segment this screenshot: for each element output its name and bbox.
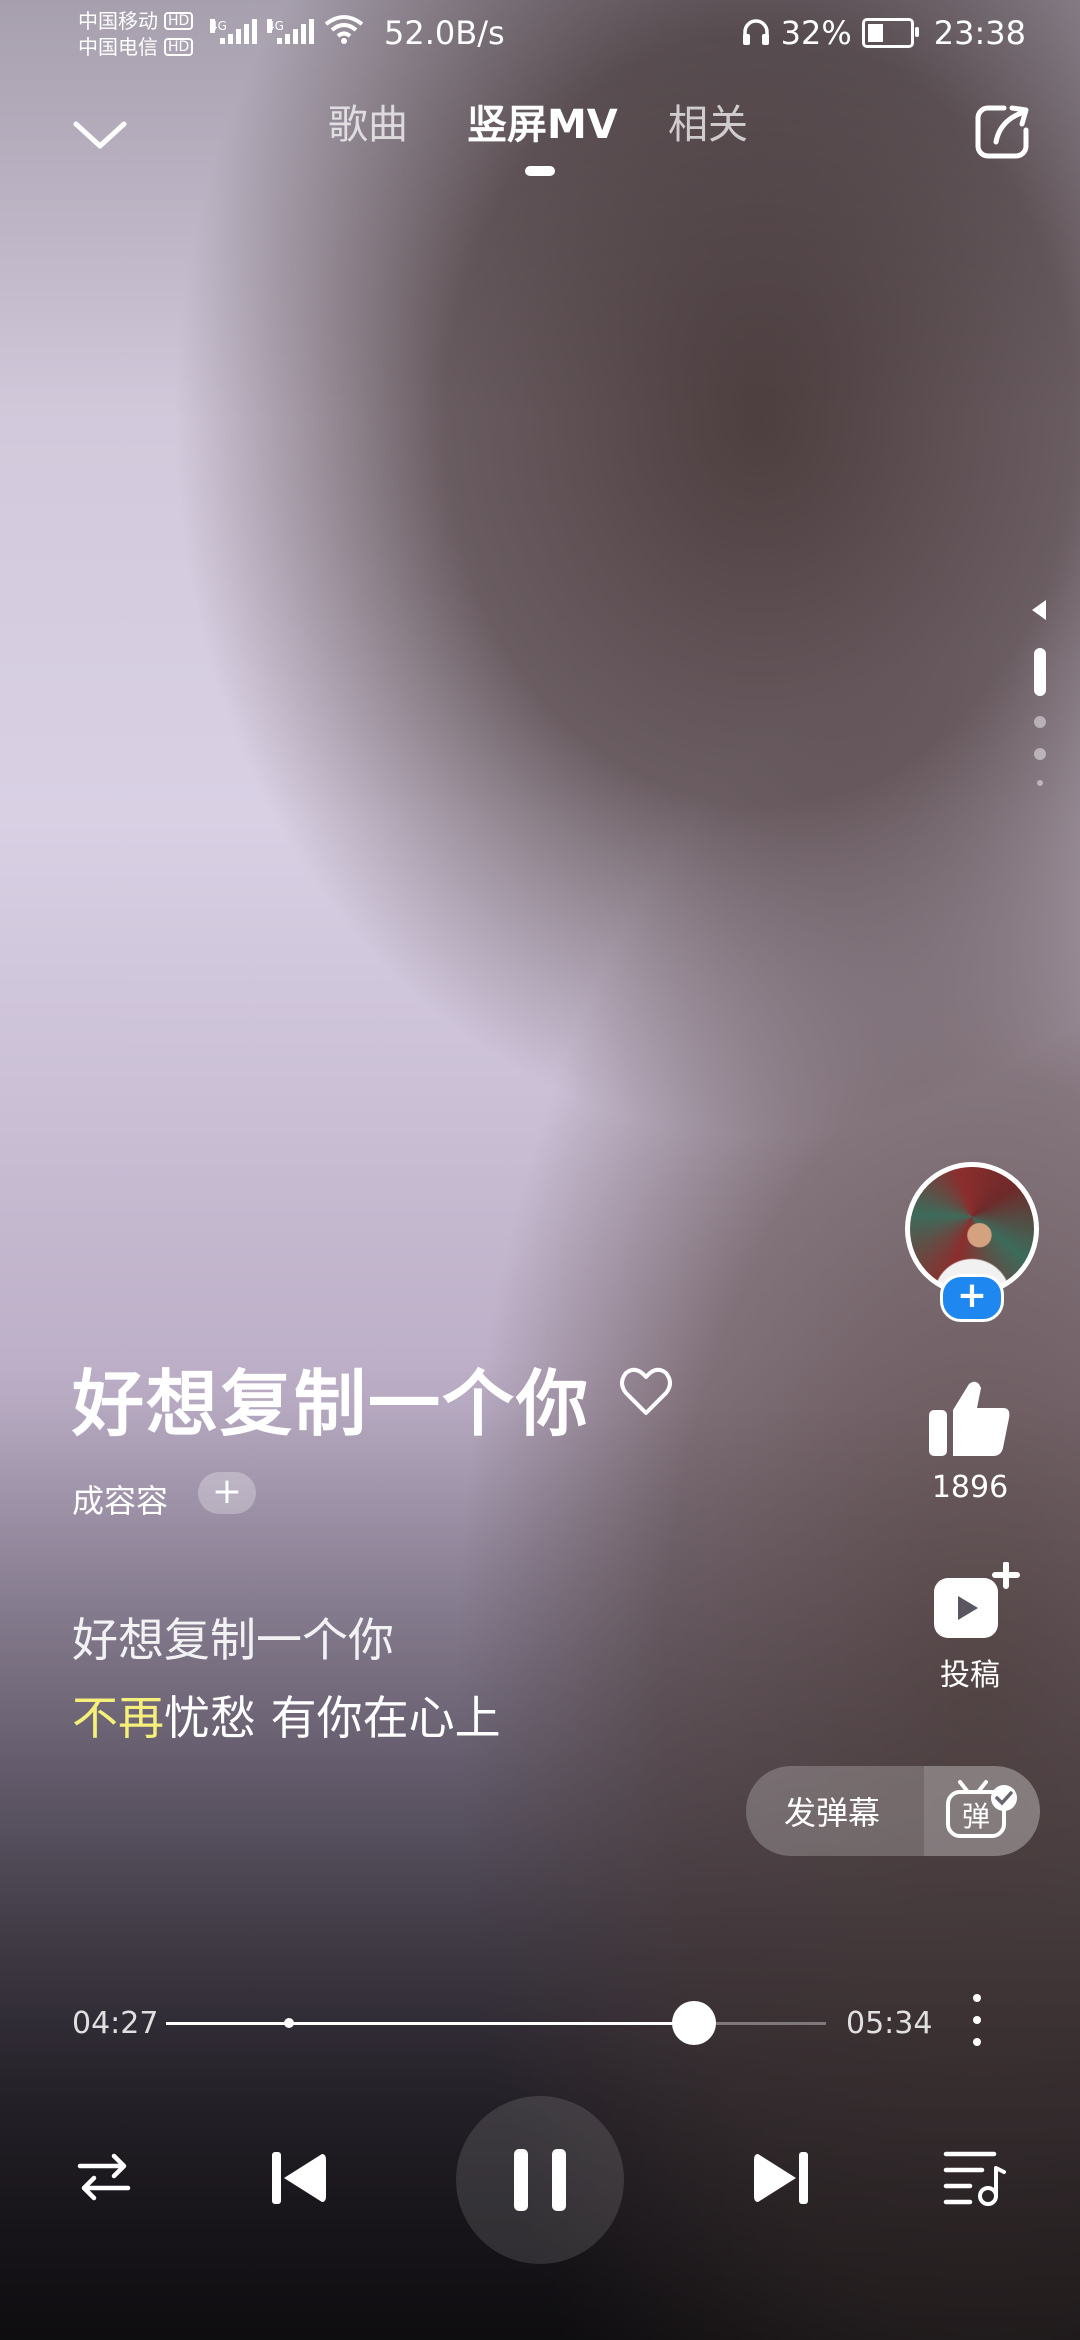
tab-vertical-mv[interactable]: 竖屏MV xyxy=(467,92,618,150)
lyric-line-previous: 好想复制一个你 xyxy=(72,1613,394,1667)
carrier-info: 中国移动 HD 中国电信 HD xyxy=(78,8,194,60)
tab-related[interactable]: 相关 xyxy=(668,92,748,150)
heart-outline-icon[interactable] xyxy=(618,1363,674,1419)
progress-fill xyxy=(166,2022,694,2025)
status-bar: 中国移动 HD 中国电信 HD 4G 4G 52.0B/s 32% 23:38 xyxy=(0,0,1080,72)
network-indicators: 4G 4G xyxy=(210,14,364,44)
progress-bar[interactable] xyxy=(166,2001,826,2045)
pager-current xyxy=(1034,648,1046,696)
send-danmaku-button[interactable]: 发弹幕 弹 xyxy=(746,1766,1040,1856)
previous-track-icon[interactable] xyxy=(268,2148,328,2208)
signal-icon: 4G xyxy=(210,19,257,44)
total-time: 05:34 xyxy=(846,2006,933,2041)
pager-dot xyxy=(1037,780,1043,786)
network-speed: 52.0B/s xyxy=(384,14,505,52)
pause-icon xyxy=(514,2149,566,2211)
repeat-mode-icon[interactable] xyxy=(76,2152,132,2202)
clock: 23:38 xyxy=(933,14,1026,52)
current-time: 04:27 xyxy=(72,2006,159,2041)
tab-song[interactable]: 歌曲 xyxy=(328,92,408,150)
signal-icon: 4G xyxy=(267,19,314,44)
danmaku-toggle[interactable]: 弹 xyxy=(924,1766,1040,1856)
hd-badge: HD xyxy=(164,12,194,30)
thumbs-up-icon[interactable] xyxy=(927,1380,1013,1460)
lyric-unsung-part: 忧愁 有你在心上 xyxy=(164,1691,501,1745)
share-icon[interactable] xyxy=(974,104,1030,160)
wifi-icon xyxy=(324,15,364,44)
progress-thumb[interactable] xyxy=(671,2001,716,2045)
lyric-sung-part: 不再 xyxy=(72,1691,164,1745)
follow-button[interactable]: + xyxy=(198,1472,256,1514)
battery-percent: 32% xyxy=(780,14,852,52)
pause-button[interactable] xyxy=(456,2096,624,2264)
carrier-2: 中国电信 xyxy=(78,35,158,59)
chevron-down-icon[interactable] xyxy=(70,102,130,162)
battery-icon xyxy=(861,18,919,48)
svg-text:弹: 弹 xyxy=(962,1800,990,1833)
pager-dot xyxy=(1034,748,1046,760)
next-track-icon[interactable] xyxy=(752,2148,812,2208)
follow-artist-button[interactable]: + xyxy=(940,1274,1004,1322)
video-add-icon[interactable] xyxy=(920,1561,1020,1642)
danmaku-label: 发弹幕 xyxy=(784,1794,881,1832)
submit-label: 投稿 xyxy=(940,1658,1000,1693)
song-title: 好想复制一个你 xyxy=(72,1362,591,1446)
hd-badge: HD xyxy=(164,38,194,56)
headphones-icon xyxy=(742,19,769,45)
video-pager[interactable] xyxy=(1030,600,1050,820)
lyric-line-current: 不再忧愁 有你在心上 xyxy=(72,1682,501,1748)
artist-name[interactable]: 成容容 xyxy=(72,1476,168,1522)
playlist-icon[interactable] xyxy=(942,2148,1008,2208)
pager-dot xyxy=(1034,716,1046,728)
like-button[interactable]: 1896 xyxy=(920,1380,1020,1505)
active-tab-indicator xyxy=(525,166,555,176)
artist-avatar[interactable]: + xyxy=(905,1162,1039,1322)
more-options-icon[interactable] xyxy=(970,1994,984,2054)
carrier-1: 中国移动 xyxy=(78,9,158,33)
pager-arrow-icon xyxy=(1032,600,1046,620)
like-count: 1896 xyxy=(931,1470,1009,1505)
progress-marker xyxy=(284,2018,294,2028)
status-right: 32% 23:38 xyxy=(741,14,1026,52)
submit-button[interactable]: 投稿 xyxy=(920,1561,1020,1694)
top-nav: 歌曲 竖屏MV 相关 xyxy=(0,92,1080,192)
danmaku-icon: 弹 xyxy=(946,1780,1017,1838)
